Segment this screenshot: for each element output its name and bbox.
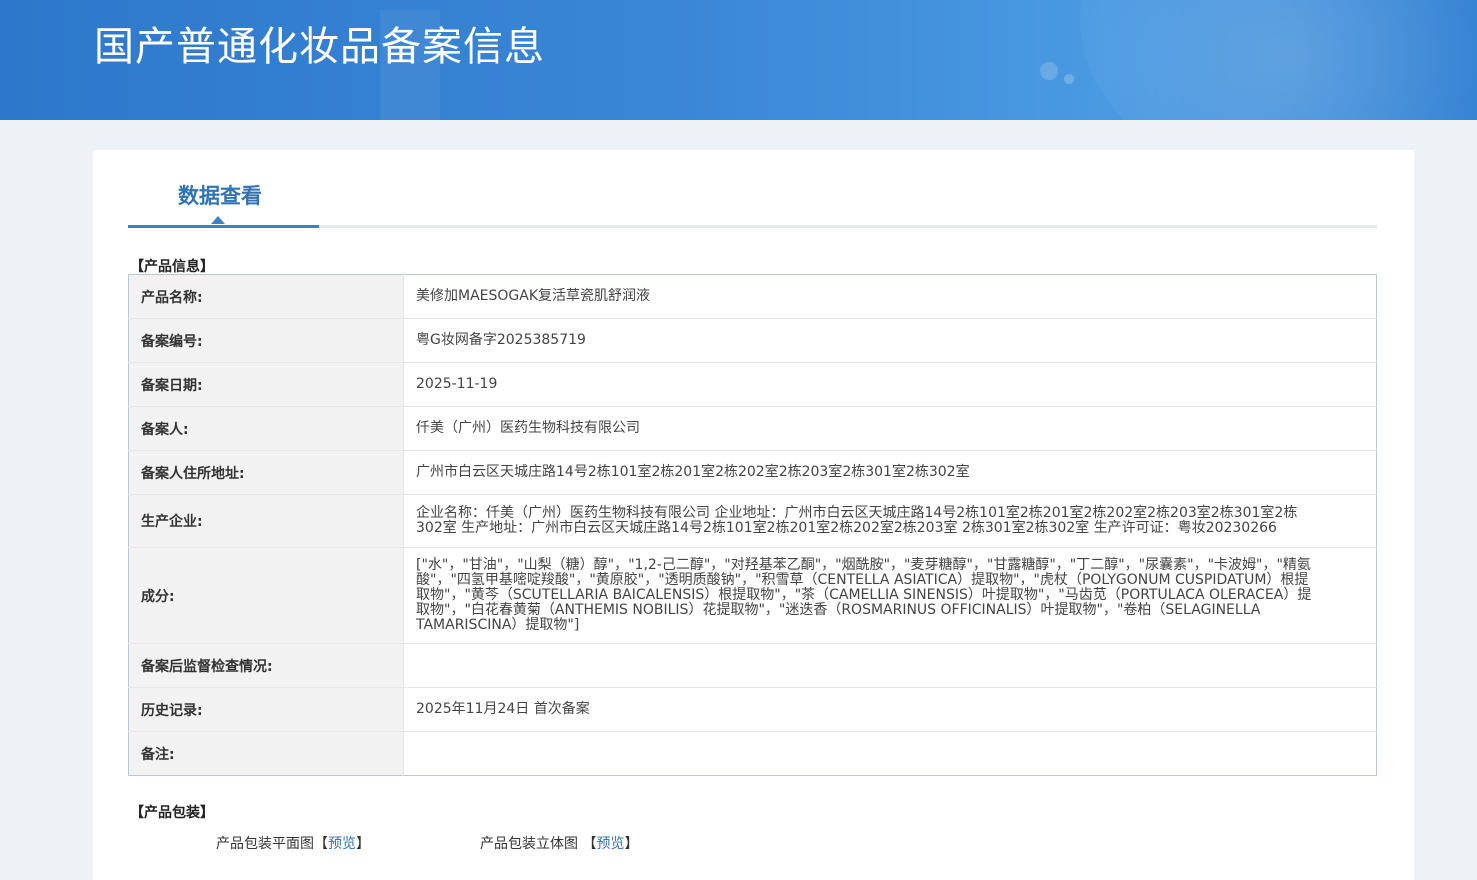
banner-dot-decoration: [1064, 74, 1074, 84]
page-title: 国产普通化妆品备案信息: [94, 24, 545, 70]
table-row: 成分: ["水"，"甘油"，"山梨（糖）醇"，"1,2-己二醇"，"对羟基苯乙酮…: [128, 547, 1377, 644]
table-row: 备案人住所地址: 广州市白云区天城庄路14号2栋101室2栋201室2栋202室…: [128, 450, 1377, 495]
tab-bar: 数据查看: [128, 150, 1377, 228]
row-label: 备案人:: [128, 406, 404, 451]
banner-dot-decoration: [1040, 62, 1058, 80]
row-label: 历史记录:: [128, 687, 404, 732]
header-banner: 国产普通化妆品备案信息: [0, 0, 1477, 120]
tab-data-view[interactable]: 数据查看: [128, 150, 319, 228]
row-value: 美修加MAESOGAK复活草瓷肌舒润液: [403, 274, 1377, 319]
row-label: 生产企业:: [128, 494, 404, 548]
packaging-label: 产品包装立体图: [480, 836, 583, 852]
table-row: 备案人: 仟美（广州）医药生物科技有限公司: [128, 406, 1377, 451]
row-value: 粤G妆网备字2025385719: [403, 318, 1377, 363]
table-row: 历史记录: 2025年11月24日 首次备案: [128, 687, 1377, 732]
row-value: 2025-11-19: [403, 362, 1377, 407]
table-row: 备案日期: 2025-11-19: [128, 362, 1377, 407]
row-label: 备案日期:: [128, 362, 404, 407]
row-label: 备案人住所地址:: [128, 450, 404, 495]
section-title-product-info: 【产品信息】: [130, 259, 214, 275]
bracket-close: 】: [624, 836, 639, 852]
section-title-product-packaging: 【产品包装】: [130, 805, 214, 821]
packaging-flat-item: 产品包装平面图【预览】: [216, 833, 370, 853]
row-value: 广州市白云区天城庄路14号2栋101室2栋201室2栋202室2栋203室2栋3…: [403, 450, 1377, 495]
bracket-close: 】: [356, 836, 370, 852]
row-value: 仟美（广州）医药生物科技有限公司: [403, 406, 1377, 451]
banner-glow-decoration: [1080, 0, 1477, 120]
bracket-open: 【: [314, 836, 328, 852]
row-value: 企业名称：仟美（广州）医药生物科技有限公司 企业地址：广州市白云区天城庄路14号…: [403, 494, 1377, 548]
product-info-table: 产品名称: 美修加MAESOGAK复活草瓷肌舒润液 备案编号: 粤G妆网备字20…: [128, 274, 1377, 776]
table-row: 生产企业: 企业名称：仟美（广州）医药生物科技有限公司 企业地址：广州市白云区天…: [128, 494, 1377, 548]
packaging-3d-item: 产品包装立体图 【预览】: [480, 833, 638, 853]
content-card: 数据查看 【产品信息】 产品名称: 美修加MAESOGAK复活草瓷肌舒润液 备案…: [93, 150, 1414, 880]
row-label: 成分:: [128, 547, 404, 644]
preview-flat-link[interactable]: 预览: [328, 836, 356, 852]
caret-up-icon: [211, 216, 225, 224]
tab-label: 数据查看: [178, 184, 262, 208]
row-label: 备案编号:: [128, 318, 404, 363]
row-label: 备案后监督检查情况:: [128, 643, 404, 688]
table-row: 产品名称: 美修加MAESOGAK复活草瓷肌舒润液: [128, 274, 1377, 319]
row-label: 备注:: [128, 731, 404, 776]
bracket-open: 【: [582, 836, 597, 852]
row-value: [404, 732, 1377, 776]
packaging-label: 产品包装平面图: [216, 836, 314, 852]
row-label: 产品名称:: [128, 274, 404, 319]
preview-3d-link[interactable]: 预览: [596, 836, 624, 852]
row-value: ["水"，"甘油"，"山梨（糖）醇"，"1,2-己二醇"，"对羟基苯乙酮"，"烟…: [403, 547, 1377, 644]
table-row: 备案后监督检查情况:: [128, 643, 1377, 688]
table-row: 备案编号: 粤G妆网备字2025385719: [128, 318, 1377, 363]
table-row: 备注:: [128, 731, 1377, 776]
row-value: [403, 643, 1377, 688]
row-value: 2025年11月24日 首次备案: [403, 687, 1377, 732]
